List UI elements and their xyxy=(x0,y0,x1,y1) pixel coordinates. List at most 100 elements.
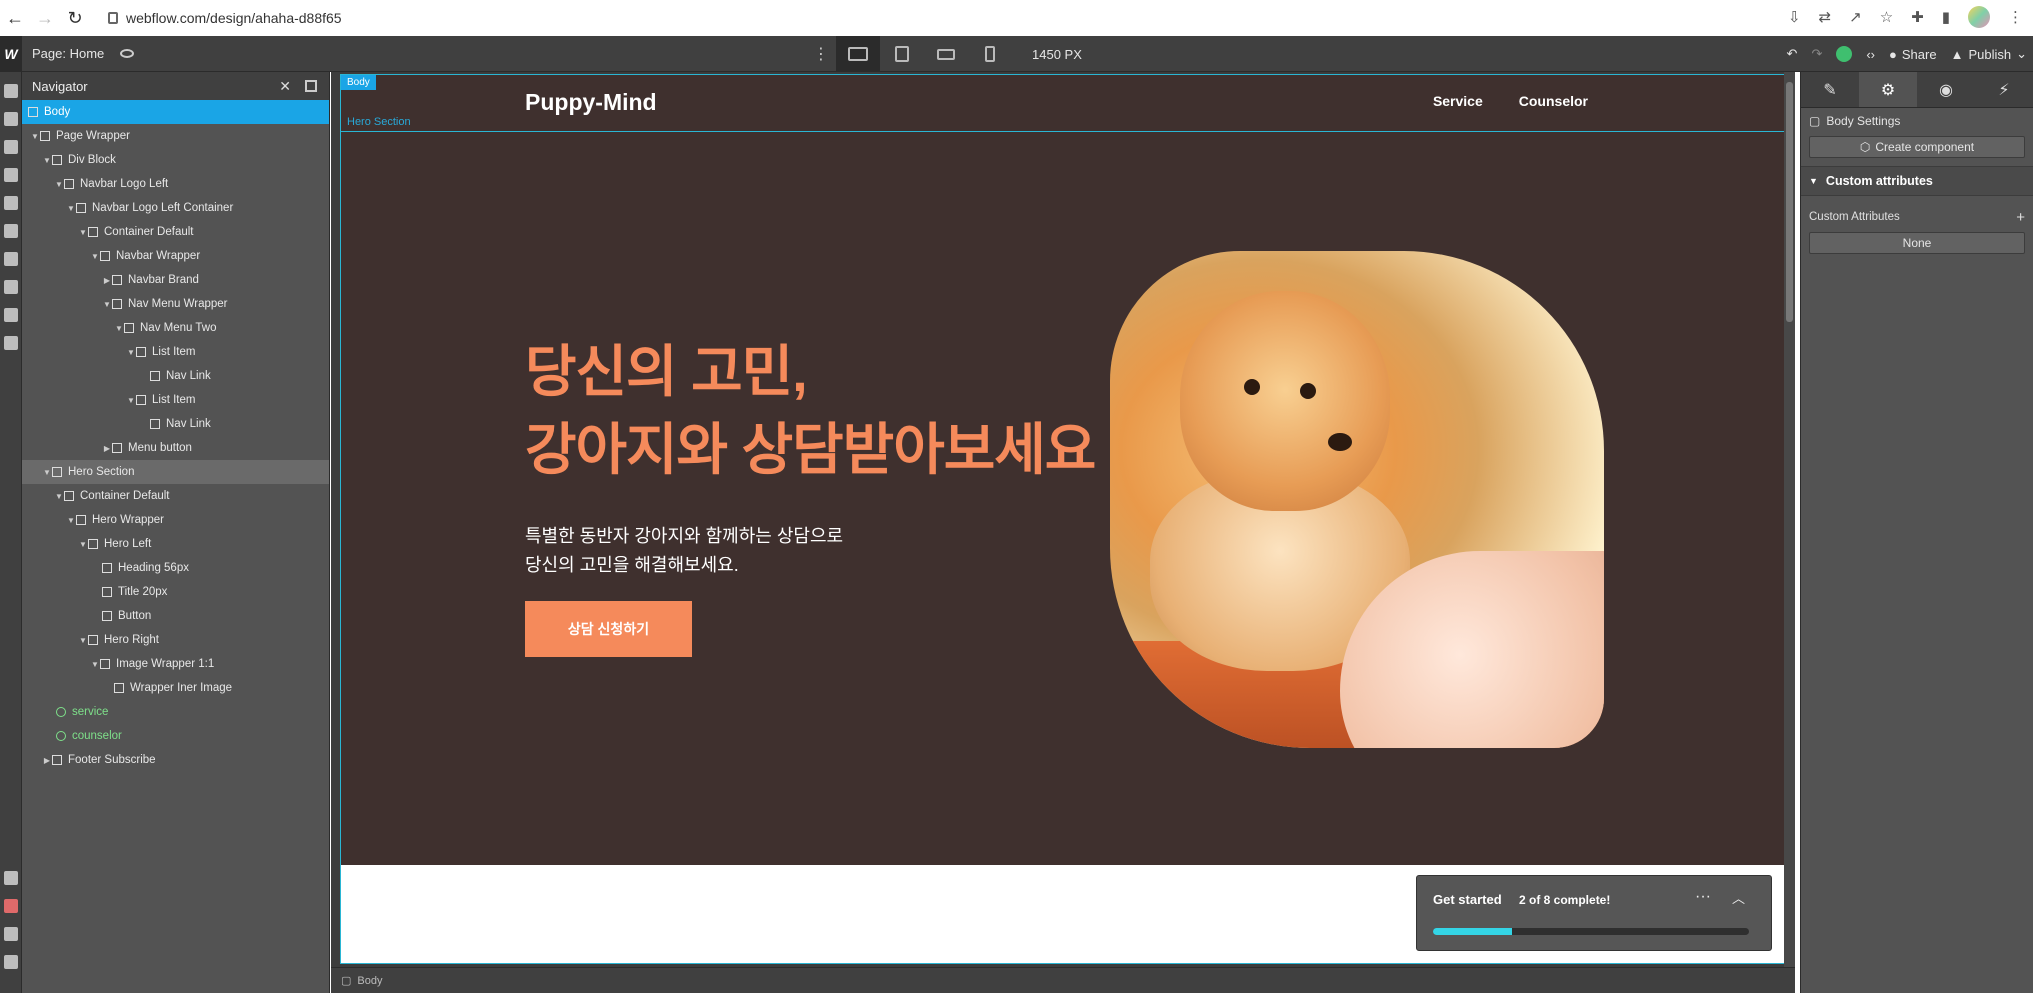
navbar-brand[interactable]: Puppy-Mind xyxy=(525,89,657,116)
tree-item[interactable]: ▼ Container Default xyxy=(22,484,329,508)
tree-item[interactable]: ▼ Page Wrapper xyxy=(22,124,329,148)
mobile-landscape-breakpoint-icon[interactable] xyxy=(924,36,968,72)
tree-item[interactable]: ▼ Container Default xyxy=(22,220,329,244)
designer-topbar: W Page: Home ⋮ 1450 PX ↶ ↷ ‹› ● Share ▲ Pu… xyxy=(0,35,2033,72)
tree-item[interactable]: Title 20px xyxy=(22,580,329,604)
tree-item[interactable]: ▼ Nav Menu Wrapper xyxy=(22,292,329,316)
tree-item[interactable]: ▼ List Item xyxy=(22,340,329,364)
progress-fill xyxy=(1433,928,1512,935)
canvas-scrollbar[interactable] xyxy=(1784,72,1795,967)
search-icon[interactable] xyxy=(4,927,18,941)
more-options-icon[interactable]: ··· xyxy=(1695,888,1711,906)
style-brush-icon[interactable]: ✎ xyxy=(1801,72,1859,107)
hero-cta-button[interactable]: 상담 신청하기 xyxy=(525,601,692,657)
interactions-icon[interactable]: ⚡ xyxy=(1975,72,2033,107)
cms-icon[interactable] xyxy=(4,196,18,210)
tree-item[interactable]: Heading 56px xyxy=(22,556,329,580)
bookmark-star-icon[interactable]: ☆ xyxy=(1880,8,1893,26)
custom-attributes-section[interactable]: ▼ Custom attributes xyxy=(1801,166,2033,196)
browser-menu-icon[interactable]: ⋮ xyxy=(2008,8,2023,26)
tree-item-component[interactable]: service xyxy=(22,700,329,724)
tree-item[interactable]: ▼ Hero Section xyxy=(22,460,329,484)
webflow-logo-icon[interactable]: W xyxy=(0,35,22,72)
panel-tabs: ✎ ⚙ ◉ ⚡ xyxy=(1801,72,2033,108)
users-icon[interactable] xyxy=(4,252,18,266)
redo-icon[interactable]: ↷ xyxy=(1811,46,1822,62)
tree-item[interactable]: ▼ Navbar Logo Left Container xyxy=(22,196,329,220)
url-text[interactable]: webflow.com/design/ahaha-d88f65 xyxy=(126,10,342,26)
mobile-portrait-breakpoint-icon[interactable] xyxy=(968,36,1012,72)
create-component-button[interactable]: ⬡ Create component xyxy=(1809,136,2025,158)
ecommerce-icon[interactable] xyxy=(4,280,18,294)
logic-icon[interactable] xyxy=(4,224,18,238)
hero-heading[interactable]: 당신의 고민, 강아지와 상담받아보세요 xyxy=(525,333,1096,489)
reload-icon[interactable]: ↻ xyxy=(60,8,90,29)
settings-gear-icon[interactable] xyxy=(4,336,18,350)
translate-icon[interactable]: ⇄ xyxy=(1819,8,1832,26)
style-manager-icon[interactable]: ◉ xyxy=(1917,72,1975,107)
tree-item[interactable]: Nav Link xyxy=(22,412,329,436)
navigator-icon[interactable] xyxy=(4,140,18,154)
code-export-icon[interactable]: ‹› xyxy=(1866,47,1875,62)
install-icon[interactable]: ⇩ xyxy=(1788,8,1801,26)
left-toolbar xyxy=(0,72,22,993)
get-started-count: 2 of 8 complete! xyxy=(1519,893,1611,907)
add-element-icon[interactable] xyxy=(4,84,18,98)
publish-button[interactable]: ▲ Publish ⌄ xyxy=(1951,46,2027,62)
topbar-actions: ↶ ↷ ‹› ● Share ▲ Publish ⌄ xyxy=(1787,36,2027,72)
assets-icon[interactable] xyxy=(4,308,18,322)
tree-item[interactable]: ▼ List Item xyxy=(22,388,329,412)
share-page-icon[interactable]: ↗ xyxy=(1849,8,1862,26)
tree-item[interactable]: ▼ Image Wrapper 1:1 xyxy=(22,652,329,676)
components-icon[interactable] xyxy=(4,112,18,126)
tree-item[interactable]: Wrapper Iner Image xyxy=(22,676,329,700)
profile-avatar[interactable] xyxy=(1968,6,1990,28)
tree-item[interactable]: ▼ Nav Menu Two xyxy=(22,316,329,340)
tablet-breakpoint-icon[interactable] xyxy=(880,36,924,72)
sidebar-toggle-icon[interactable]: ▮ xyxy=(1942,8,1950,26)
forward-arrow-icon[interactable]: → xyxy=(30,8,60,29)
tree-item[interactable]: ▼ Hero Right xyxy=(22,628,329,652)
tree-item[interactable]: ▼ Hero Wrapper xyxy=(22,508,329,532)
lock-icon xyxy=(108,12,118,24)
extensions-puzzle-icon[interactable]: ✚ xyxy=(1911,8,1924,26)
close-icon[interactable]: ✕ xyxy=(279,78,291,95)
tree-item[interactable]: ▶ Navbar Brand xyxy=(22,268,329,292)
dock-panel-icon[interactable] xyxy=(305,80,317,92)
tree-item[interactable]: ▶ Footer Subscribe xyxy=(22,748,329,772)
page-body[interactable]: Body Hero Section Puppy-Mind Service Cou… xyxy=(340,74,1789,964)
desktop-breakpoint-icon[interactable] xyxy=(836,36,880,72)
design-canvas[interactable]: Body Hero Section Puppy-Mind Service Cou… xyxy=(331,72,1795,993)
tree-item[interactable]: ▼ Navbar Wrapper xyxy=(22,244,329,268)
tree-item[interactable]: ▶ Menu button xyxy=(22,436,329,460)
tree-item-component[interactable]: counselor xyxy=(22,724,329,748)
get-started-widget[interactable]: Get started 2 of 8 complete! ··· ︿ xyxy=(1416,875,1772,951)
undo-icon[interactable]: ↶ xyxy=(1787,46,1798,62)
tree-item-body[interactable]: Body xyxy=(22,100,329,124)
tree-item[interactable]: Button xyxy=(22,604,329,628)
chevron-up-icon[interactable]: ︿ xyxy=(1732,888,1745,907)
tree-item[interactable]: ▼ Hero Left xyxy=(22,532,329,556)
back-arrow-icon[interactable]: ← xyxy=(0,8,30,29)
add-attribute-icon[interactable]: + xyxy=(2016,209,2025,226)
preview-eye-icon[interactable] xyxy=(120,49,135,58)
page-selector[interactable]: Page: Home xyxy=(32,46,104,61)
breadcrumb-body[interactable]: Body xyxy=(357,975,382,987)
tree-item[interactable]: ▼ Navbar Logo Left xyxy=(22,172,329,196)
nav-link-service[interactable]: Service xyxy=(1433,93,1483,109)
help-icon[interactable] xyxy=(4,871,18,885)
more-breakpoints-icon[interactable]: ⋮ xyxy=(806,44,836,64)
share-button[interactable]: ● Share xyxy=(1889,47,1937,62)
settings-gear-tab-icon[interactable]: ⚙ xyxy=(1859,72,1917,107)
nav-link-counselor[interactable]: Counselor xyxy=(1519,93,1588,109)
tree-item[interactable]: Nav Link xyxy=(22,364,329,388)
get-started-title: Get started xyxy=(1433,892,1502,907)
collaborators-icon[interactable] xyxy=(4,955,18,969)
video-icon[interactable] xyxy=(4,899,18,913)
pages-icon[interactable] xyxy=(4,168,18,182)
address-bar[interactable]: webflow.com/design/ahaha-d88f65 xyxy=(108,10,342,26)
hero-puppy-image[interactable] xyxy=(1110,251,1604,748)
hero-subtitle[interactable]: 특별한 동반자 강아지와 함께하는 상담으로 당신의 고민을 해결해보세요. xyxy=(525,522,843,580)
hero-section[interactable]: Body Hero Section Puppy-Mind Service Cou… xyxy=(341,75,1788,865)
tree-item[interactable]: ▼ Div Block xyxy=(22,148,329,172)
